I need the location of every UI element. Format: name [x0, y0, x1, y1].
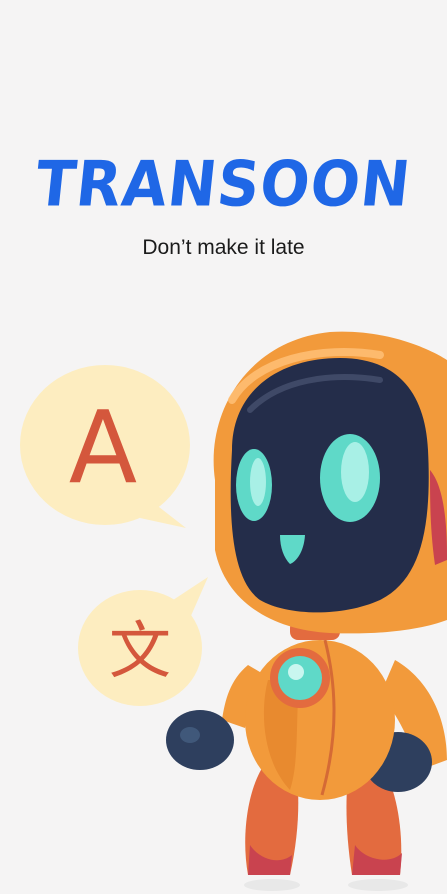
app-logo: TRANSOON	[0, 147, 447, 221]
robot	[166, 331, 447, 891]
robot-translator-illustration: A 文	[20, 331, 447, 891]
cjk-character-icon: 文	[109, 614, 171, 687]
tagline: Don’t make it late	[142, 236, 305, 259]
latin-letter-icon: A	[69, 389, 137, 506]
logo-text: TRANSOON	[32, 147, 415, 221]
speech-bubble-latin: A	[20, 365, 190, 528]
speech-bubble-cjk: 文	[78, 577, 208, 706]
